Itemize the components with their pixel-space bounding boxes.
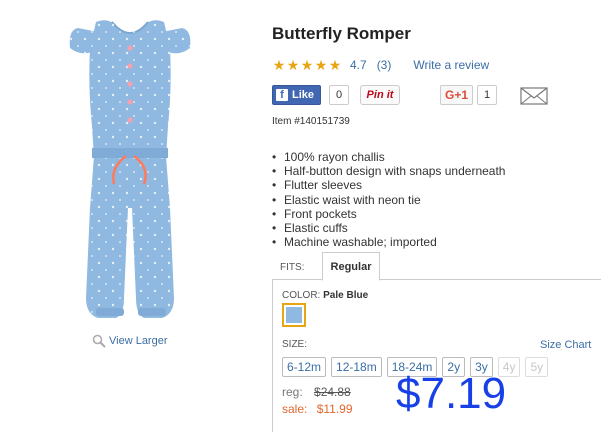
color-label: COLOR: Pale Blue bbox=[282, 290, 369, 301]
sale-price: $11.99 bbox=[316, 402, 353, 416]
view-larger-label: View Larger bbox=[109, 335, 168, 347]
options-area: FITS: Regular COLOR: Pale Blue SIZE: Siz… bbox=[272, 0, 601, 432]
tab-regular[interactable]: Regular bbox=[322, 252, 380, 281]
regular-price-label: reg: bbox=[282, 385, 303, 399]
sale-price-label: sale: bbox=[282, 402, 308, 416]
swatch-fill bbox=[286, 307, 302, 323]
color-value: Pale Blue bbox=[323, 290, 369, 301]
fits-tabs: FITS: Regular bbox=[272, 252, 601, 281]
regular-price: $24.88 bbox=[314, 385, 351, 399]
magnifier-icon bbox=[92, 334, 106, 348]
overlay-price: $7.19 bbox=[396, 369, 507, 418]
size-label: SIZE: bbox=[282, 339, 308, 350]
view-larger-link[interactable]: View Larger bbox=[92, 334, 168, 348]
sale-price-row: sale: $11.99 bbox=[282, 402, 353, 416]
size-chart-link[interactable]: Size Chart bbox=[540, 339, 591, 351]
panel-border bbox=[272, 279, 273, 432]
product-image[interactable] bbox=[40, 8, 220, 328]
size-option-12-18m[interactable]: 12-18m bbox=[331, 357, 382, 377]
size-option-6-12m[interactable]: 6-12m bbox=[282, 357, 327, 377]
color-swatch-pale-blue[interactable] bbox=[282, 303, 306, 327]
regular-price-row: reg: $24.88 bbox=[282, 385, 351, 399]
fits-label: FITS: bbox=[280, 262, 305, 273]
size-option-5y: 5y bbox=[525, 357, 549, 377]
romper-image bbox=[69, 18, 194, 323]
